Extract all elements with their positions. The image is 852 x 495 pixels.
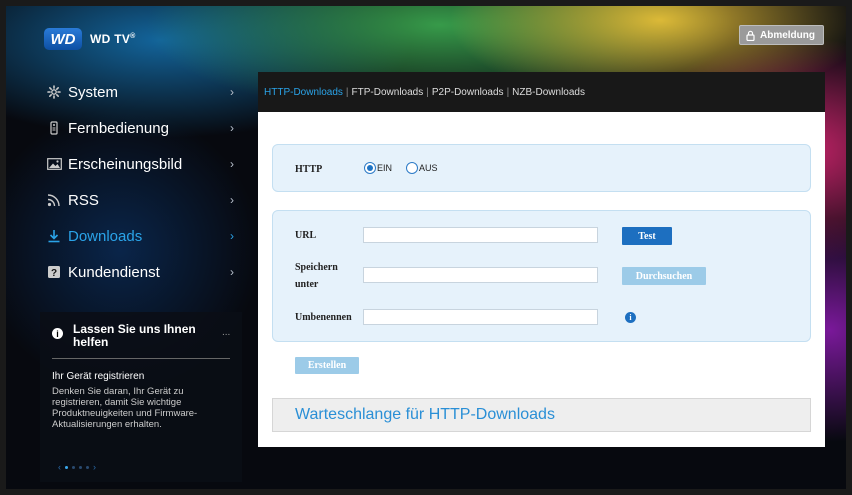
chevron-right-icon: ›	[230, 157, 234, 171]
chevron-right-icon: ›	[230, 193, 234, 207]
tab-p2p-downloads[interactable]: P2P-Downloads	[432, 87, 504, 98]
rename-input[interactable]	[363, 309, 598, 325]
lock-icon	[746, 30, 755, 41]
save-as-label: Speichern	[295, 262, 338, 273]
help-panel: i Lassen Sie uns Ihnen helfen ... Ihr Ge…	[40, 312, 242, 482]
logout-button[interactable]: Abmeldung	[739, 25, 824, 45]
download-icon	[44, 229, 64, 243]
download-form-section: URL Test Speichern unter Durchsuchen Umb…	[272, 210, 811, 342]
test-button[interactable]: Test	[622, 227, 672, 245]
wd-tv-logo: WD WD TV®	[44, 28, 136, 50]
help-subtitle: Ihr Gerät registrieren	[52, 371, 145, 382]
svg-text:?: ?	[51, 268, 57, 279]
remote-icon	[44, 121, 64, 135]
logout-label: Abmeldung	[760, 29, 815, 41]
pager-dot[interactable]	[72, 465, 75, 469]
pager-dot[interactable]	[79, 465, 82, 469]
sidebar-item-label: Fernbedienung	[68, 119, 169, 137]
more-button[interactable]: ...	[222, 327, 230, 338]
url-input[interactable]	[363, 227, 598, 243]
image-icon	[44, 158, 64, 170]
sidebar-item-remote[interactable]: Fernbedienung ›	[40, 110, 242, 146]
radio-aus-label: AUS	[419, 163, 438, 173]
sidebar-item-label: Erscheinungsbild	[68, 155, 183, 173]
wd-logo-badge: WD	[44, 28, 82, 50]
sidebar-item-appearance[interactable]: Erscheinungsbild ›	[40, 146, 242, 182]
info-icon: i	[52, 328, 63, 339]
radio-unchecked-icon	[406, 162, 418, 174]
tab-separator: |	[426, 86, 429, 98]
tab-http-downloads[interactable]: HTTP-Downloads	[264, 87, 343, 98]
gear-icon	[44, 85, 64, 99]
divider	[52, 358, 230, 359]
help-header: i Lassen Sie uns Ihnen helfen ...	[40, 312, 242, 349]
rss-icon	[44, 193, 64, 207]
url-label: URL	[295, 230, 317, 241]
radio-ein[interactable]: EIN	[364, 162, 392, 174]
browse-button[interactable]: Durchsuchen	[622, 267, 706, 285]
chevron-right-icon: ›	[230, 85, 234, 99]
pager-dot[interactable]	[86, 465, 89, 469]
download-tabs: HTTP-Downloads | FTP-Downloads | P2P-Dow…	[258, 72, 825, 112]
create-button[interactable]: Erstellen	[295, 357, 359, 374]
pager-dot[interactable]	[65, 465, 68, 469]
save-as-input[interactable]	[363, 267, 598, 283]
product-name-text: WD TV	[90, 32, 131, 46]
http-label: HTTP	[295, 164, 323, 175]
sidebar-item-downloads[interactable]: Downloads ›	[40, 218, 242, 254]
sidebar-item-label: RSS	[68, 191, 99, 209]
help-icon: ?	[44, 265, 64, 279]
radio-aus[interactable]: AUS	[406, 162, 438, 174]
registered-mark: ®	[130, 33, 136, 40]
queue-title: Warteschlange für HTTP-Downloads	[295, 406, 555, 423]
tab-separator: |	[506, 86, 510, 98]
sidebar-item-label: Kundendienst	[68, 263, 160, 281]
sidebar-item-rss[interactable]: RSS ›	[40, 182, 242, 218]
http-toggle-section: HTTP EIN AUS	[272, 144, 811, 192]
chevron-right-icon: ›	[230, 229, 234, 243]
sidebar-item-support[interactable]: ? Kundendienst ›	[40, 254, 242, 290]
radio-checked-icon	[364, 162, 376, 174]
save-as-label-line2: unter	[295, 279, 319, 290]
download-queue-header: Warteschlange für HTTP-Downloads	[272, 398, 811, 432]
main-content: HTTP EIN AUS URL Test Speichern unter Du…	[258, 112, 825, 447]
sidebar-item-system[interactable]: System ›	[40, 74, 242, 110]
info-icon[interactable]: i	[625, 312, 636, 323]
chevron-right-icon: ›	[230, 265, 234, 279]
help-pager: ‹ ›	[58, 462, 96, 472]
tab-ftp-downloads[interactable]: FTP-Downloads	[352, 87, 424, 98]
radio-ein-label: EIN	[377, 163, 393, 173]
product-name: WD TV®	[90, 32, 136, 46]
help-text: Denken Sie daran, Ihr Gerät zu registrie…	[52, 386, 198, 430]
sidebar-item-label: System	[68, 83, 119, 101]
chevron-right-icon: ›	[230, 121, 234, 135]
tab-separator: |	[345, 86, 349, 98]
sidebar-nav: System › Fernbedienung › Erscheinungsbil…	[40, 74, 242, 290]
pager-prev-button[interactable]: ‹	[58, 462, 61, 472]
sidebar-item-label: Downloads	[68, 227, 143, 245]
tab-nzb-downloads[interactable]: NZB-Downloads	[512, 87, 585, 98]
rename-label: Umbenennen	[295, 312, 352, 323]
help-title: Lassen Sie uns Ihnen helfen	[73, 322, 196, 349]
pager-next-button[interactable]: ›	[93, 462, 96, 472]
